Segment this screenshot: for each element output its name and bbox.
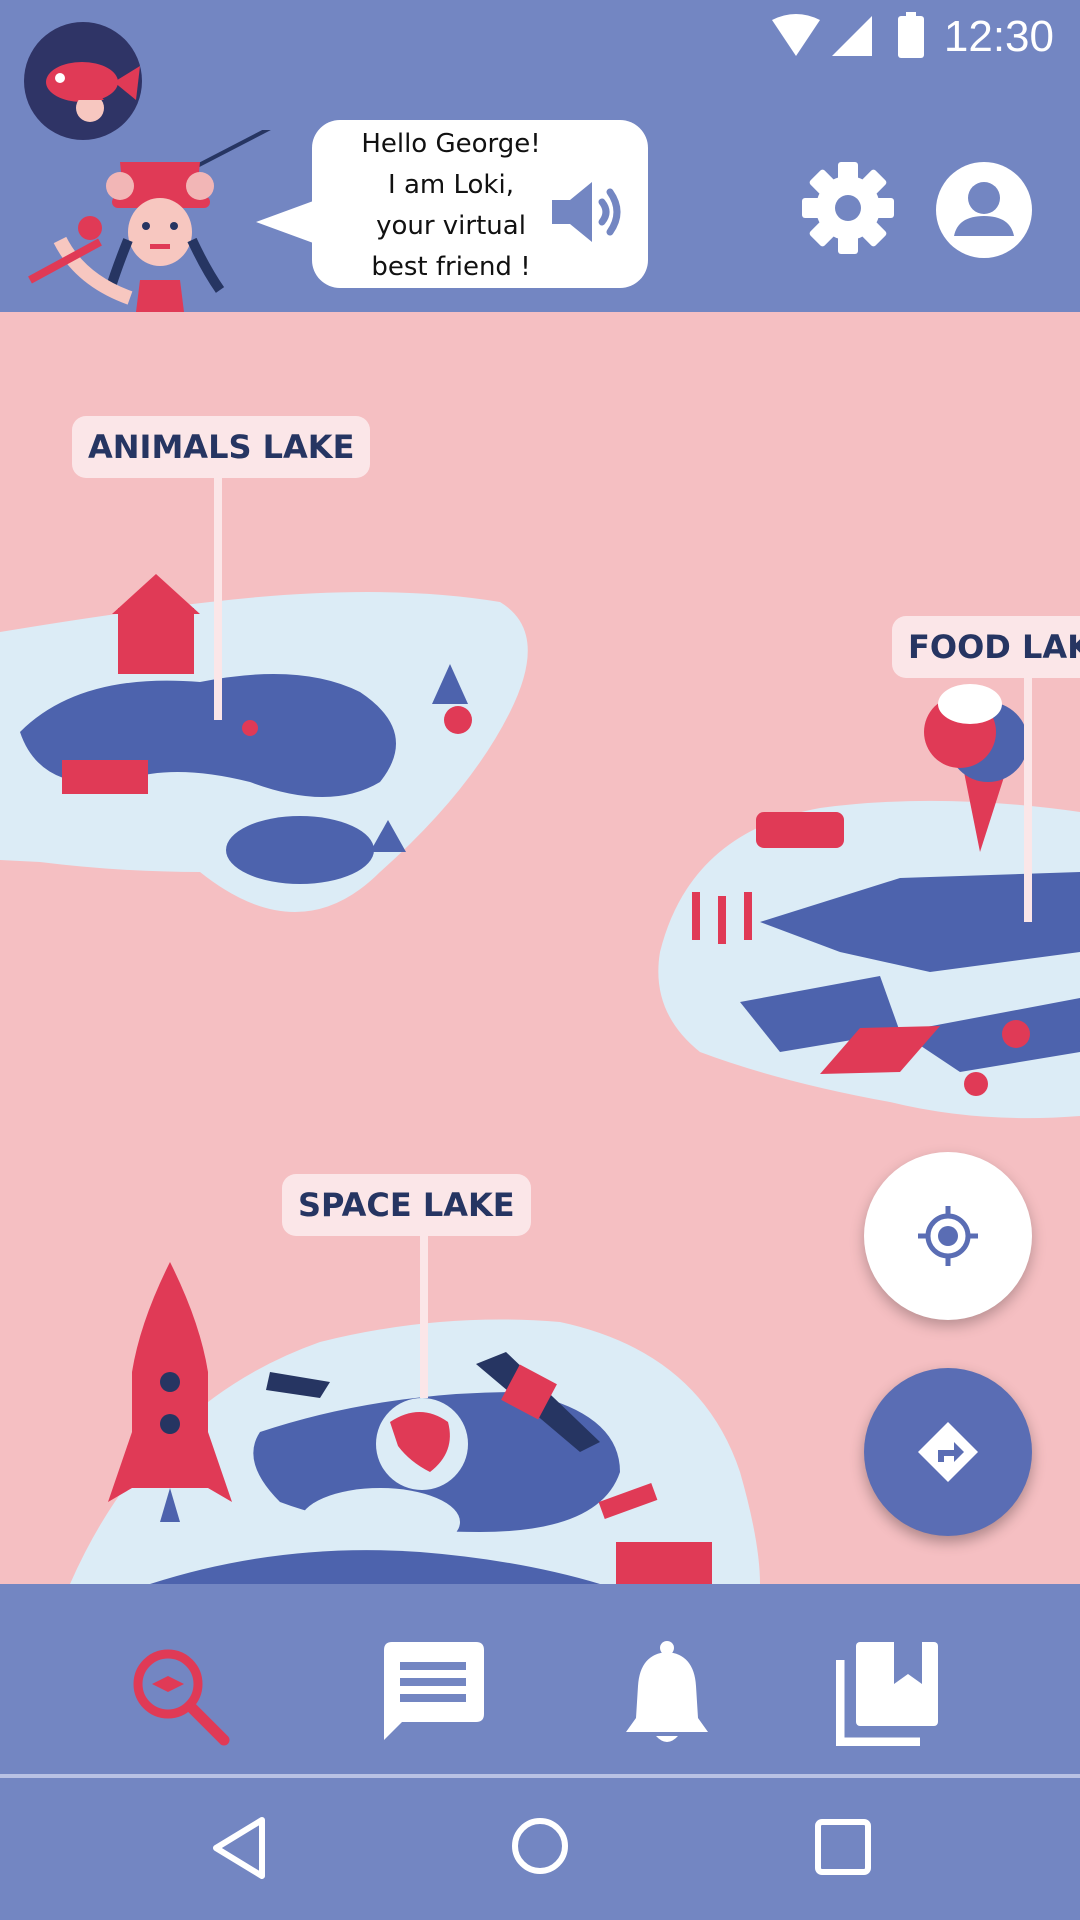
- fish-avatar-icon[interactable]: [24, 22, 142, 140]
- wifi-icon: [772, 14, 820, 56]
- bottom-nav: [0, 1584, 1080, 1774]
- explore-search-icon: [133, 1649, 230, 1746]
- greeting-text: Hello George! I am Loki, your virtual be…: [328, 124, 574, 288]
- animals-lake-label[interactable]: ANIMALS LAKE: [72, 416, 371, 478]
- greeting-line: Hello George!: [361, 129, 541, 159]
- system-nav-bar: [0, 1778, 1080, 1920]
- space-lake-label[interactable]: SPACE LAKE: [282, 1174, 531, 1236]
- library-icon: [835, 1642, 938, 1747]
- food-lake-pin: [1024, 652, 1032, 922]
- directions-button[interactable]: [864, 1368, 1032, 1536]
- food-lake-label[interactable]: FOOD LAKE: [892, 616, 1080, 678]
- loki-character: [28, 130, 271, 312]
- greeting-line: I am Loki,: [388, 170, 514, 200]
- directions-icon: [918, 1422, 978, 1482]
- battery-icon: [898, 12, 924, 58]
- nav-notifications[interactable]: [624, 1640, 710, 1746]
- app-header: 12:30 Hello George! I am Loki, your virt…: [0, 0, 1080, 312]
- bell-icon: [626, 1641, 708, 1742]
- gear-icon[interactable]: [800, 160, 896, 256]
- locate-button[interactable]: [864, 1152, 1032, 1320]
- speaker-icon[interactable]: [548, 172, 628, 252]
- space-lake-pin: [420, 1228, 428, 1398]
- nav-explore[interactable]: [120, 1640, 240, 1760]
- nav-chat[interactable]: [380, 1640, 486, 1746]
- back-icon[interactable]: [210, 1816, 268, 1880]
- speech-bubble-tail: [256, 200, 316, 244]
- chat-icon: [384, 1642, 484, 1740]
- animals-lake-pin: [214, 450, 222, 720]
- status-time: 12:30: [943, 12, 1054, 61]
- status-bar: 12:30: [0, 0, 1080, 72]
- nav-library[interactable]: [835, 1640, 940, 1747]
- signal-icon: [832, 16, 872, 56]
- home-icon[interactable]: [510, 1816, 570, 1876]
- recents-icon[interactable]: [814, 1818, 872, 1876]
- profile-icon[interactable]: [934, 160, 1034, 260]
- locate-icon: [918, 1206, 978, 1266]
- greeting-line: your virtual: [376, 211, 526, 241]
- greeting-line: best friend !: [371, 252, 531, 282]
